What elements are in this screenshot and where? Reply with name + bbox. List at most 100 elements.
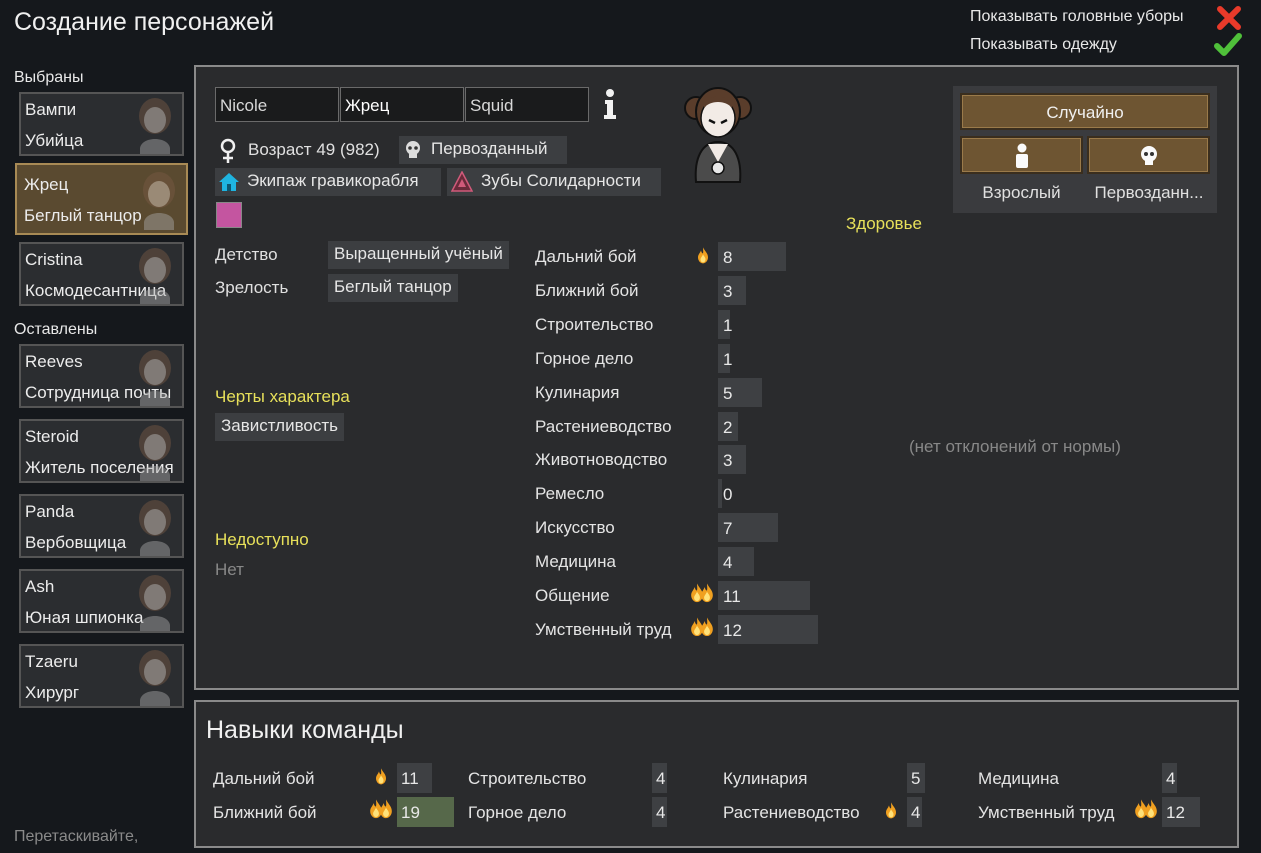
team-skill-value: 4 (907, 797, 923, 827)
passion-flame-icon (885, 802, 897, 819)
nick-name-input[interactable]: Жрец (340, 87, 464, 122)
ideoligion-label: Зубы Солидарности (481, 171, 641, 190)
passion-flame-icon (379, 799, 393, 819)
skill-level-value: 0 (723, 485, 733, 505)
xenotype-short-label: Первозданн... (1094, 183, 1204, 202)
team-skill-label: Строительство (468, 769, 587, 788)
skill-level-value: 7 (723, 519, 733, 539)
skill-label: Общение (535, 586, 610, 605)
dev-stage-button[interactable] (960, 136, 1083, 174)
team-skill-value: 19 (397, 797, 455, 827)
skill-label: Медицина (535, 552, 616, 572)
passion-flame-icon (697, 247, 709, 264)
pawn-portrait-icon (136, 170, 182, 230)
skill-level-value: 5 (723, 383, 733, 403)
info-icon[interactable] (600, 88, 620, 120)
health-header: Здоровье (846, 214, 922, 233)
pawn-card-zhrec[interactable]: Жрец Беглый танцор (15, 163, 188, 235)
pawn-card-steroid[interactable]: Steroid Житель поселения (19, 419, 184, 483)
team-skill-label: Горное дело (468, 803, 567, 822)
drag-hint: Перетаскивайте, (14, 828, 139, 845)
xenotype-button[interactable] (1087, 136, 1210, 174)
randomize-button[interactable]: Случайно (960, 93, 1210, 130)
traits-header: Черты характера (215, 387, 350, 406)
skill-level-value: 1 (723, 315, 733, 335)
health-status: (нет отклонений от нормы) (909, 437, 1121, 456)
page-title: Создание персонажей (14, 8, 275, 36)
pawn-name: Reeves (25, 352, 83, 371)
incapable-header: Недоступно (215, 530, 309, 549)
childhood-label: Детство (215, 245, 278, 264)
pawn-name: Ash (25, 577, 55, 596)
skill-label: Ремесло (535, 484, 605, 504)
skill-label: Умственный труд (535, 619, 672, 639)
faction-house-icon (219, 173, 239, 191)
skill-level-value: 12 (723, 620, 742, 640)
skill-label: Растениеводство (535, 416, 672, 436)
pawn-name: Жрец (24, 175, 69, 194)
team-skill-value: 4 (652, 763, 668, 793)
pawn-name: Steroid (25, 427, 79, 446)
passion-flame-icon (700, 617, 714, 637)
pawn-portrait (682, 78, 754, 186)
trait-chip[interactable]: Завистливость (215, 413, 345, 441)
team-skill-value: 4 (652, 797, 668, 827)
pawn-portrait-icon (132, 573, 178, 633)
pawn-card-cristina[interactable]: Cristina Космодесантница (19, 242, 184, 306)
team-skill-label: Дальний бой (213, 769, 315, 788)
headgear-toggle-off-icon[interactable] (1215, 4, 1243, 32)
adult-icon (1015, 143, 1028, 168)
pawn-name: Tzaeru (25, 652, 78, 671)
pawn-portrait-icon (132, 96, 178, 156)
ideoligion-chip[interactable]: Зубы Солидарности (447, 168, 661, 196)
skill-level-value: 3 (723, 451, 733, 471)
team-skill-value: 5 (907, 763, 925, 793)
adulthood-label: Зрелость (215, 278, 289, 297)
pawn-job: Хирург (25, 683, 80, 702)
pawn-portrait-icon (132, 498, 178, 558)
team-skill-label: Ближний бой (213, 803, 317, 822)
skill-label: Животноводство (535, 450, 668, 470)
xenotype-chip[interactable]: Первозданный (399, 136, 567, 164)
clothes-toggle-on-icon[interactable] (1213, 31, 1243, 59)
ideoligion-icon (451, 171, 473, 192)
last-name-input[interactable]: Squid (465, 87, 589, 122)
skill-label: Искусство (535, 518, 615, 538)
pawn-portrait-icon (132, 348, 178, 408)
team-skills-header: Навыки команды (206, 716, 404, 744)
pawn-name: Вампи (25, 100, 77, 119)
faction-chip[interactable]: Экипаж гравикорабля (215, 168, 441, 196)
skill-label: Горное дело (535, 348, 634, 368)
first-name-input[interactable]: Nicole (215, 87, 339, 122)
team-skill-value: 4 (1162, 763, 1178, 793)
female-icon (218, 138, 238, 164)
pawn-card-ash[interactable]: Ash Юная шпионка (19, 569, 184, 633)
adulthood-backstory-chip[interactable]: Беглый танцор (328, 274, 458, 302)
pawn-card-vampi[interactable]: Вампи Убийца (19, 92, 184, 156)
age-text: Возраст 49 (982) (248, 140, 380, 159)
skill-label: Строительство (535, 314, 654, 334)
skill-label: Кулинария (535, 382, 620, 402)
passion-flame-icon (1144, 799, 1158, 819)
childhood-backstory-chip[interactable]: Выращенный учёный (328, 241, 509, 269)
skill-label: Дальний бой (535, 247, 637, 266)
skull-icon (1140, 146, 1157, 165)
pawn-portrait-icon (132, 648, 178, 708)
pawn-card-tzaeru[interactable]: Tzaeru Хирург (19, 644, 184, 708)
pawn-job: Беглый танцор (24, 206, 142, 225)
team-skill-label: Умственный труд (978, 803, 1115, 822)
skill-level-value: 11 (723, 587, 741, 606)
incapable-value: Нет (215, 560, 244, 579)
pawn-job: Юная шпионка (25, 608, 144, 627)
selected-header: Выбраны (14, 69, 84, 86)
xenotype-label: Первозданный (431, 139, 548, 158)
pawn-card-panda[interactable]: Panda Вербовщица (19, 494, 184, 558)
favorite-color-swatch[interactable] (216, 202, 242, 228)
pawn-card-reeves[interactable]: Reeves Сотрудница почты (19, 344, 184, 408)
pawn-portrait-icon (132, 423, 178, 483)
show-headgear-label: Показывать головные уборы (970, 8, 1184, 25)
pawn-job: Вербовщица (25, 533, 127, 552)
pawn-name: Cristina (25, 250, 83, 269)
team-skill-label: Кулинария (723, 769, 808, 788)
team-skill-value: 11 (397, 763, 432, 793)
